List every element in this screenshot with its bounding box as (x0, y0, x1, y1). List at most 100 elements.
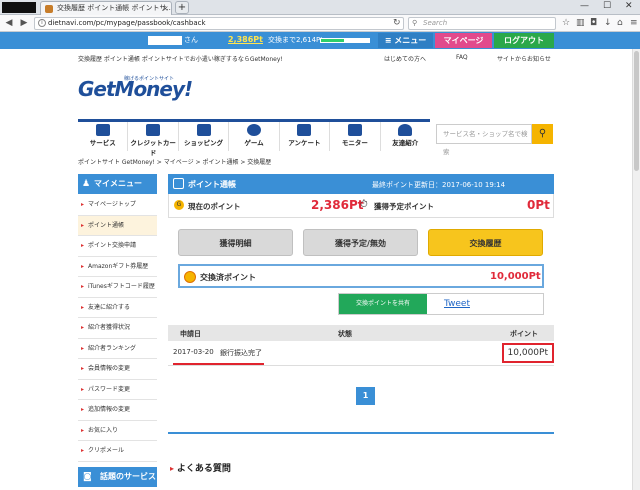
maximize-icon[interactable]: ☐ (603, 1, 611, 11)
page-scrollbar[interactable] (632, 49, 640, 490)
points-to-exchange: 交換まで2,614Pt (268, 36, 324, 44)
friend-icon (398, 124, 413, 136)
passbook-icon (173, 178, 184, 189)
logout-button[interactable]: ログアウト (494, 33, 554, 48)
scroll-thumb[interactable] (634, 51, 639, 171)
beginner-link[interactable]: はじめての方へ (384, 54, 426, 63)
forward-icon[interactable]: ▶ (18, 17, 30, 29)
sidebar-item[interactable]: iTunesギフトコード履歴 (78, 277, 157, 298)
home-icon[interactable]: ⌂ (617, 18, 623, 28)
earned-detail-label: 獲得明細 (219, 239, 252, 248)
passbook-header: ポイント通帳 最終ポイント更新日：2017-06-10 19:14 (168, 174, 554, 194)
sidebar-item[interactable]: 紹介者獲得状況 (78, 318, 157, 339)
gnav-friend[interactable]: 友達紹介 (381, 122, 430, 151)
gnav-label: ゲーム (244, 139, 264, 147)
sidebar-item[interactable]: ポイント通帳 (78, 215, 157, 236)
credit-card-icon (146, 124, 161, 136)
gnav-shopping[interactable]: ショッピング (179, 122, 230, 151)
site-search-button[interactable]: ⚲ (532, 124, 553, 144)
sidebar-item[interactable]: パスワード変更 (78, 380, 157, 400)
tab-pending-invalid[interactable]: 獲得予定/無効 (303, 229, 418, 256)
search-icon: ⚲ (412, 19, 418, 27)
tab-title: 交換履歴 ポイント通帳 ポイントサ... (57, 4, 172, 12)
page-1-button[interactable]: 1 (356, 387, 375, 405)
sidebar-title: ♟ マイメニュー (78, 174, 157, 194)
sidebar-item[interactable]: お気に入り (78, 421, 157, 441)
user-points-link[interactable]: 2,386Pt (228, 35, 263, 44)
reload-icon[interactable]: ↻ (393, 18, 401, 28)
faq-heading: ▸ よくある質問 (170, 461, 231, 474)
exchange-coin-icon (184, 271, 196, 283)
hot-service-icon: ◙ (83, 472, 92, 482)
sidebar-item[interactable]: 追加情報の変更 (78, 400, 157, 421)
sidebar-item[interactable]: ポイント交換申請 (78, 236, 157, 257)
arrow-icon: ▸ (170, 464, 177, 473)
mypage-label: マイページ (443, 36, 484, 45)
gnav-label: クレジットカード (130, 139, 176, 157)
tab-earned-detail[interactable]: 獲得明細 (178, 229, 293, 256)
tab-exchange-history[interactable]: 交換履歴 (428, 229, 543, 256)
sidebar-menu: マイページトップポイント通帳ポイント交換申請Amazonギフト券履歴iTunes… (78, 195, 157, 462)
logo-subtitle: 稼げるポイントサイト (124, 76, 175, 82)
active-tab[interactable]: 交換履歴 ポイント通帳 ポイントサ... × (40, 1, 172, 15)
search-placeholder: Search (423, 19, 448, 27)
sidebar-item[interactable]: 友達に紹介する (78, 298, 157, 318)
share-box: 交換ポイントを共有 Tweet (338, 293, 544, 315)
share-label: 交換ポイントを共有 (339, 294, 427, 314)
url-text: dietnavi.com/pc/mypage/passbook/cashback (48, 19, 206, 27)
faq-link[interactable]: FAQ (456, 54, 468, 61)
gnav-survey[interactable]: アンケート (280, 122, 331, 151)
sidebar-item[interactable]: マイページトップ (78, 195, 157, 216)
pending-points-value: 0Pt (527, 198, 550, 212)
cart-icon (196, 124, 211, 136)
favicon-icon (45, 5, 53, 13)
exchange-history-label: 交換履歴 (469, 239, 502, 248)
sidebar-item[interactable]: クリポメール (78, 441, 157, 462)
gnav-label: モニター (341, 139, 368, 147)
row-status: 銀行振込完了 (220, 349, 262, 357)
new-tab-button[interactable]: + (175, 1, 189, 14)
progress-fill (321, 39, 345, 42)
breadcrumb[interactable]: ポイントサイト GetMoney! > マイページ > ポイント通帳 > 交換履… (78, 157, 271, 166)
site-info-icon[interactable]: i (38, 19, 46, 27)
redacted-tab[interactable] (2, 2, 36, 13)
bookmark-star-icon[interactable]: ☆ (562, 18, 570, 28)
coin-icon: G (174, 200, 184, 210)
col-status: 状態 (338, 330, 352, 338)
gnav-monitor[interactable]: モニター (330, 122, 381, 151)
mypage-button[interactable]: マイページ (435, 33, 492, 48)
gnav-credit-card[interactable]: クレジットカード (128, 122, 179, 157)
exchange-progress-bar (320, 38, 370, 43)
sidebar-item[interactable]: 会員情報の変更 (78, 359, 157, 380)
minimize-icon[interactable]: — (580, 1, 589, 11)
sidebar-item[interactable]: 紹介者ランキング (78, 339, 157, 359)
gnav-game[interactable]: ゲーム (229, 122, 280, 151)
pocket-icon[interactable]: ◘ (590, 18, 597, 28)
col-points: ポイント (510, 330, 538, 338)
current-points-value: 2,386Pt (311, 198, 364, 212)
browser-search-input[interactable]: ⚲ Search (408, 17, 556, 30)
search-icon: ⚲ (538, 128, 547, 139)
menu-button[interactable]: ≡ メニュー (378, 33, 433, 48)
sidebar-item[interactable]: Amazonギフト券履歴 (78, 257, 157, 277)
faq-title: よくある質問 (176, 464, 231, 474)
browser-tab-bar: 交換履歴 ポイント通帳 ポイントサ... × + — ☐ ✕ (0, 0, 640, 15)
redacted-username (148, 36, 182, 45)
library-icon[interactable]: ▥ (576, 18, 585, 28)
url-bar[interactable]: i dietnavi.com/pc/mypage/passbook/cashba… (34, 17, 404, 30)
site-search-input[interactable]: サービス名・ショップ名で検索 (436, 124, 532, 156)
gnav-service[interactable]: サービス (78, 122, 129, 151)
sidebar-title-text: マイメニュー (94, 179, 142, 188)
back-icon[interactable]: ◀ (3, 17, 15, 29)
tab-close-icon[interactable]: × (162, 2, 169, 15)
stopwatch-icon: ⏱ (360, 199, 368, 210)
download-icon[interactable]: ↓ (604, 18, 612, 28)
close-window-icon[interactable]: ✕ (625, 1, 633, 11)
row-date: 2017-03-20 (173, 348, 214, 356)
user-menu-icon: ♟ (82, 179, 91, 189)
menu-icon[interactable]: ≡ (630, 18, 638, 28)
row-points: 10,000Pt (502, 343, 554, 363)
tweet-link[interactable]: Tweet (444, 299, 470, 309)
exchanged-points-box: 交換済ポイント 10,000Pt (178, 264, 544, 288)
news-link[interactable]: サイトからお知らせ (497, 54, 551, 63)
